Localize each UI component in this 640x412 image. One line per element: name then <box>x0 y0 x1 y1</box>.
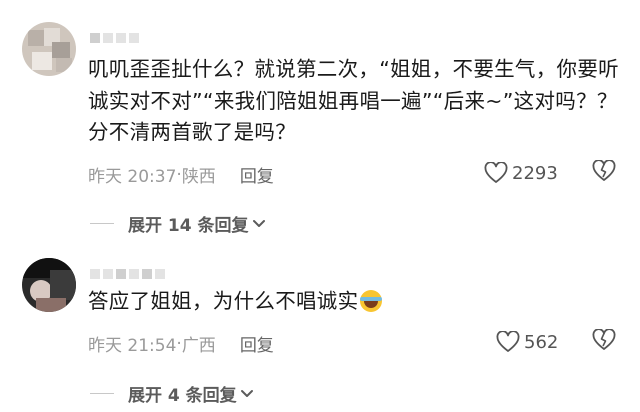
dislike-button[interactable] <box>592 328 616 355</box>
avatar[interactable] <box>22 258 76 312</box>
comment-meta: 昨天 20:37 · 陕西 回复 <box>88 162 274 188</box>
comment-text-content: 答应了姐姐，为什么不唱诚实 <box>88 289 359 313</box>
reply-button[interactable]: 回复 <box>240 331 274 356</box>
comment-meta: 昨天 21:54 · 广西 回复 <box>88 331 274 357</box>
username-blurred[interactable] <box>90 32 139 44</box>
dislike-button[interactable] <box>592 159 616 186</box>
comment-location: 广西 <box>181 336 216 356</box>
comment-text: 叽叽歪歪扯什么？就说第二次，“姐姐，不要生气，你要听诚实对不对”“来我们陪姐姐再… <box>88 57 619 144</box>
chevron-down-icon <box>252 219 265 227</box>
comment-item: 答应了姐姐，为什么不唱诚实 昨天 21:54 · 广西 回复 562 展开 4 … <box>0 248 640 412</box>
expand-replies-button[interactable]: 展开 14 条回复 <box>90 211 266 236</box>
heart-icon <box>484 162 508 183</box>
comment-text: 答应了姐姐，为什么不唱诚实 <box>88 286 628 318</box>
crying-laughing-emoji-icon <box>360 290 383 312</box>
like-button[interactable]: 2293 <box>484 162 558 184</box>
avatar[interactable] <box>22 22 76 76</box>
broken-heart-icon <box>592 328 616 350</box>
like-button[interactable]: 562 <box>496 331 558 353</box>
broken-heart-icon <box>592 159 616 181</box>
like-count: 2293 <box>512 162 558 184</box>
comment-item: 叽叽歪歪扯什么？就说第二次，“姐姐，不要生气，你要听诚实对不对”“来我们陪姐姐再… <box>0 0 640 240</box>
like-count: 562 <box>524 331 559 353</box>
expand-label: 展开 14 条回复 <box>128 216 249 236</box>
expand-replies-button[interactable]: 展开 4 条回复 <box>90 381 254 406</box>
comment-time: 昨天 21:54 <box>88 336 177 356</box>
chevron-down-icon <box>240 389 253 397</box>
comment-time: 昨天 20:37 <box>88 167 177 187</box>
reply-button[interactable]: 回复 <box>240 162 274 187</box>
divider <box>90 223 114 224</box>
divider <box>90 393 114 394</box>
comment-location: 陕西 <box>181 167 216 187</box>
heart-icon <box>496 331 520 352</box>
username-blurred[interactable] <box>90 268 165 280</box>
expand-label: 展开 4 条回复 <box>128 386 237 406</box>
